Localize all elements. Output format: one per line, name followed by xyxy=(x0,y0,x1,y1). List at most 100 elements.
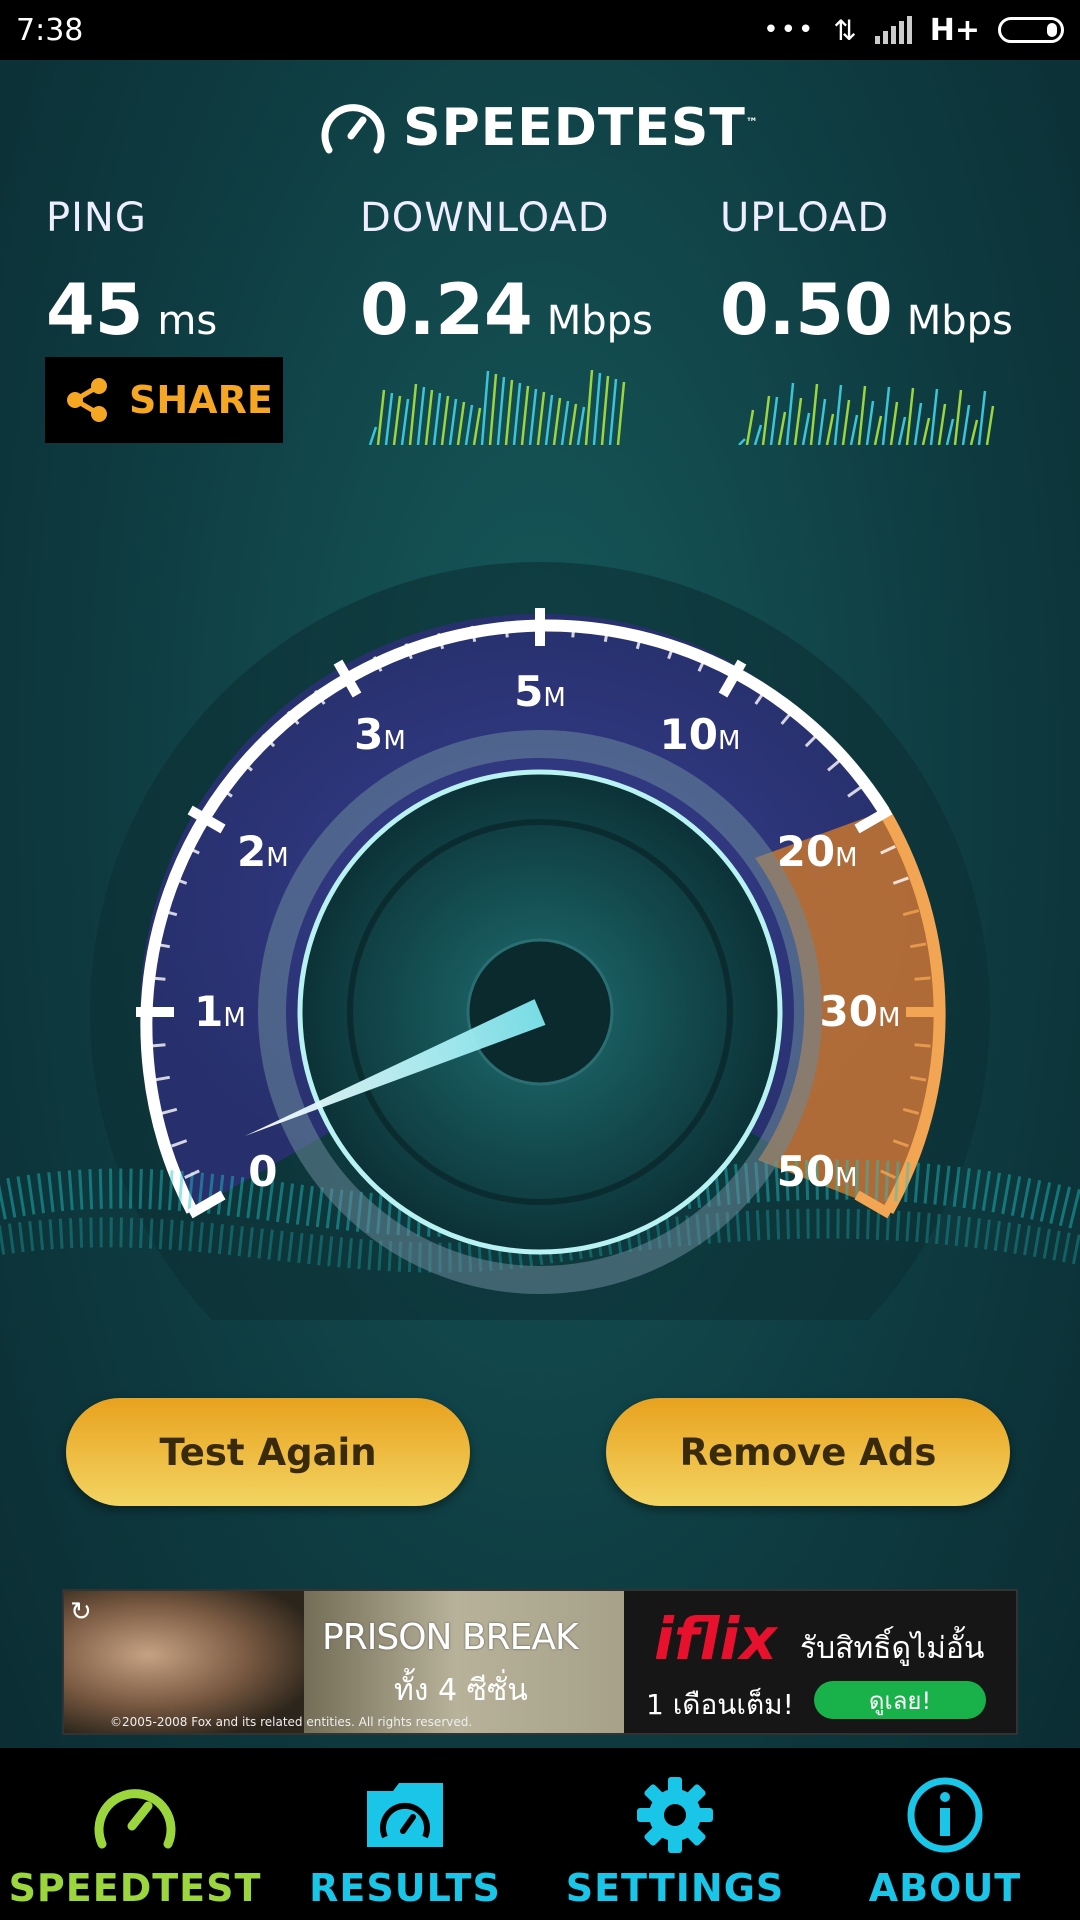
bottom-navigation: SPEEDTEST RESULTS SETTINGS ABOUT xyxy=(0,1748,1080,1920)
activity-bar xyxy=(833,384,843,445)
gauge-minor-tick xyxy=(914,1043,931,1048)
activity-bar xyxy=(977,390,987,445)
ad-line1: รับสิทธิ์ดูไม่อั้น xyxy=(800,1631,985,1666)
activity-bar xyxy=(456,401,466,445)
ad-prison-break[interactable]: ↻ PRISON BREAK ทั้ง 4 ซีซั่น ©2005-2008 … xyxy=(64,1591,624,1733)
gauge-minor-tick xyxy=(571,621,576,638)
activity-bar xyxy=(488,373,498,445)
gear-icon xyxy=(637,1777,713,1853)
ping-label: PING xyxy=(46,195,147,241)
share-button[interactable]: SHARE xyxy=(45,357,283,443)
activity-bar xyxy=(753,424,763,445)
gauge-minor-tick xyxy=(149,1043,166,1048)
download-label: DOWNLOAD xyxy=(360,195,610,241)
activity-bar xyxy=(937,403,947,445)
activity-bar xyxy=(432,392,442,445)
ad-left-subtitle: ทั้ง 4 ซีซั่น xyxy=(394,1673,528,1708)
activity-bar xyxy=(392,395,402,445)
info-icon xyxy=(907,1777,983,1853)
download-metric: DOWNLOAD 0.24 Mbps xyxy=(360,195,653,351)
app-title-bar: SPEEDTEST™ xyxy=(0,98,1080,158)
ad-iflix[interactable]: iflix รับสิทธิ์ดูไม่อั้น 1 เดือนเต็ม! ดู… xyxy=(624,1591,1016,1733)
activity-bar xyxy=(769,396,779,445)
activity-bar xyxy=(985,405,995,445)
activity-bar xyxy=(496,376,506,445)
activity-bar xyxy=(616,381,626,445)
speedtest-logo-icon xyxy=(321,104,385,154)
speed-gauge: 01M2M3M5M10M20M30M50M xyxy=(0,562,1080,1320)
activity-bar xyxy=(801,412,811,445)
activity-bar xyxy=(761,395,771,445)
activity-bar xyxy=(785,382,795,445)
download-graph xyxy=(368,370,626,445)
nav-speedtest[interactable]: SPEEDTEST xyxy=(0,1748,270,1920)
activity-bar xyxy=(945,418,955,445)
activity-bar xyxy=(408,383,418,445)
activity-bar xyxy=(809,383,819,445)
share-icon xyxy=(67,378,107,422)
nav-label-settings: SETTINGS xyxy=(565,1866,785,1910)
activity-bar xyxy=(448,398,458,445)
activity-bar xyxy=(576,406,586,445)
activity-bar xyxy=(905,387,915,445)
activity-bar xyxy=(536,391,546,445)
activity-bar xyxy=(913,402,923,445)
activity-bar xyxy=(745,409,755,445)
nav-label-speedtest: SPEEDTEST xyxy=(8,1866,262,1910)
status-bar: 7:38 ••• ⇅ H+ xyxy=(0,0,1080,60)
test-again-button[interactable]: Test Again xyxy=(66,1398,470,1506)
activity-bar xyxy=(777,411,787,445)
upload-value: 0.50 xyxy=(720,269,893,351)
activity-bar xyxy=(384,392,394,445)
nav-results[interactable]: RESULTS xyxy=(270,1748,540,1920)
activity-bar xyxy=(544,394,554,445)
ad-line2: 1 เดือนเต็ม! xyxy=(646,1688,794,1721)
activity-bar xyxy=(400,398,410,445)
upload-metric: UPLOAD 0.50 Mbps xyxy=(720,195,1013,351)
activity-bar xyxy=(921,417,931,445)
ad-cta-button[interactable]: ดูเลย! xyxy=(814,1681,986,1719)
download-unit: Mbps xyxy=(546,298,653,344)
activity-bar xyxy=(889,401,899,445)
more-notifications-icon: ••• xyxy=(763,15,816,45)
refresh-icon[interactable]: ↻ xyxy=(70,1597,92,1627)
activity-bar xyxy=(865,400,875,445)
activity-bar xyxy=(592,372,602,445)
status-time: 7:38 xyxy=(16,12,84,48)
speedometer-icon xyxy=(94,1789,176,1849)
remove-ads-button[interactable]: Remove Ads xyxy=(606,1398,1010,1506)
upload-unit: Mbps xyxy=(906,298,1013,344)
ad-banner[interactable]: ↻ PRISON BREAK ทั้ง 4 ซีซั่น ©2005-2008 … xyxy=(62,1589,1018,1735)
activity-bar xyxy=(528,388,538,445)
activity-bar xyxy=(929,388,939,445)
activity-bar xyxy=(881,386,891,445)
activity-bar xyxy=(480,370,490,445)
ping-unit: ms xyxy=(157,298,218,344)
activity-bar xyxy=(552,397,562,445)
activity-bar xyxy=(504,379,514,445)
nav-settings[interactable]: SETTINGS xyxy=(540,1748,810,1920)
activity-bar xyxy=(584,370,594,445)
activity-bar xyxy=(857,385,867,445)
network-type: H+ xyxy=(929,12,980,48)
data-transfer-icon: ⇅ xyxy=(833,13,857,47)
nav-about[interactable]: ABOUT xyxy=(810,1748,1080,1920)
activity-bar xyxy=(608,378,618,445)
activity-bar xyxy=(793,397,803,445)
nav-label-results: RESULTS xyxy=(309,1866,501,1910)
upload-label: UPLOAD xyxy=(720,195,890,241)
upload-graph xyxy=(738,382,995,445)
activity-bar xyxy=(849,414,859,445)
download-value: 0.24 xyxy=(360,269,533,351)
activity-bar xyxy=(560,400,570,445)
ad-left-copyright: ©2005-2008 Fox and its related entities.… xyxy=(110,1715,473,1729)
activity-bar xyxy=(969,419,979,445)
ping-metric: PING 45 ms xyxy=(46,195,217,351)
activity-bar xyxy=(825,413,835,445)
ping-value: 45 xyxy=(46,269,144,351)
activity-bar xyxy=(961,404,971,445)
activity-bar xyxy=(464,404,474,445)
activity-bar xyxy=(424,389,434,445)
activity-bar xyxy=(897,416,907,445)
signal-icon xyxy=(874,16,912,44)
